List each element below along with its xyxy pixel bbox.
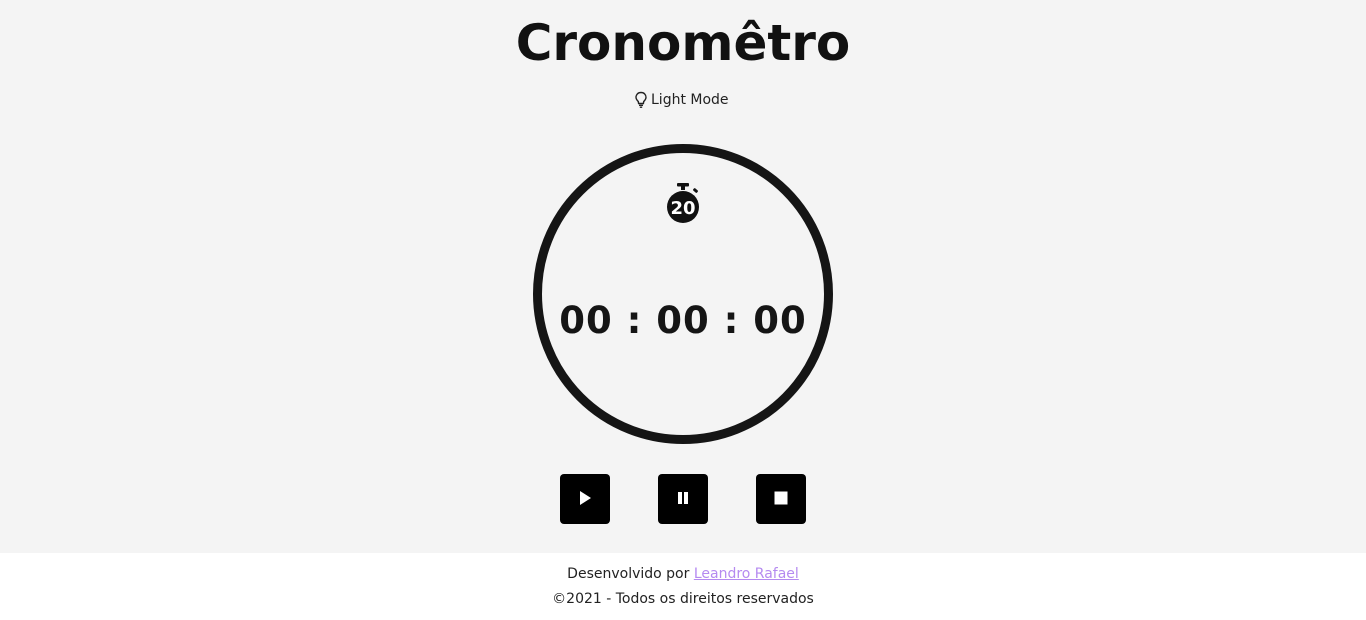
page-title: Cronomêtro — [515, 14, 851, 72]
light-mode-label: Light Mode — [651, 92, 729, 108]
pause-button[interactable] — [658, 474, 708, 524]
footer-credit: Desenvolvido por Leandro Rafael — [0, 565, 1366, 583]
stop-button[interactable] — [756, 474, 806, 524]
footer: Desenvolvido por Leandro Rafael ©2021 - … — [0, 553, 1366, 620]
developed-by-text: Desenvolvido por — [567, 566, 690, 582]
stopwatch-number: 20 — [670, 198, 695, 219]
stop-icon — [773, 490, 789, 509]
main-section: Cronomêtro Light Mode 20 00 : 00 : 00 — [0, 0, 1366, 553]
time-display: 00 : 00 : 00 — [559, 299, 807, 342]
play-icon — [576, 489, 594, 510]
author-link[interactable]: Leandro Rafael — [694, 566, 799, 582]
pause-icon — [675, 490, 691, 509]
lightbulb-icon — [633, 91, 649, 109]
play-button[interactable] — [560, 474, 610, 524]
copyright-text: ©2021 - Todos os direitos reservados — [552, 591, 814, 607]
stopwatch-icon: 20 — [664, 182, 702, 226]
light-mode-toggle[interactable]: Light Mode — [633, 90, 729, 110]
